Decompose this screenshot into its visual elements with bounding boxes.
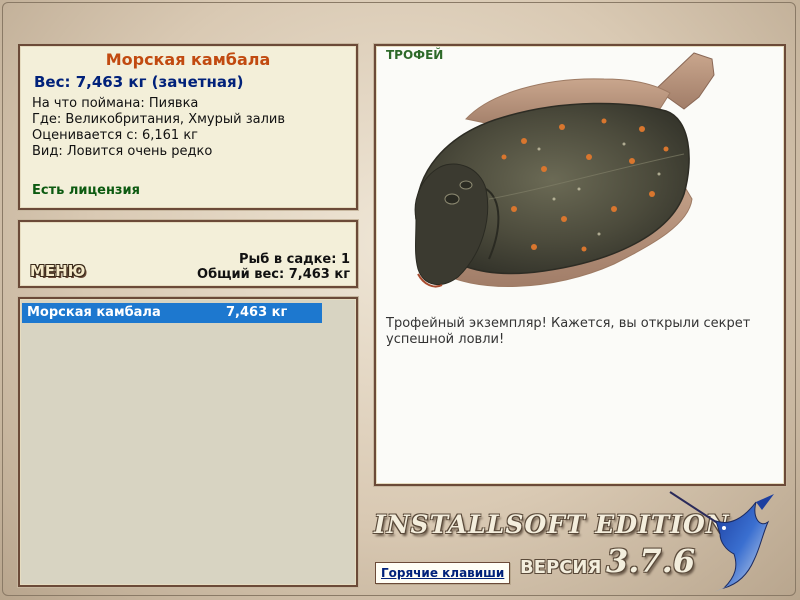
menu-panel: МЕНЮ Рыб в садке: 1 Общий вес: 7,463 кг — [18, 220, 358, 288]
version-label: ВЕРСИЯ — [520, 557, 602, 578]
catch-item-name: Морская камбала — [27, 305, 161, 320]
catch-list-item[interactable]: Морская камбала 7,463 кг — [22, 303, 322, 323]
fish-count: Рыб в садке: 1 — [238, 252, 350, 267]
license-status: Есть лицензия — [32, 183, 140, 198]
fish-weight: Вес: 7,463 кг (зачетная) — [34, 73, 244, 91]
catch-list-panel: Морская камбала 7,463 кг — [18, 297, 358, 587]
fish-info-panel: Морская камбала Вес: 7,463 кг (зачетная)… — [18, 44, 358, 210]
location-info: Где: Великобритания, Хмурый залив — [32, 112, 285, 127]
fish-title: Морская камбала — [105, 50, 271, 69]
hotkeys-link[interactable]: Горячие клавиши — [375, 562, 511, 584]
rarity-info: Вид: Ловится очень редко — [32, 144, 213, 159]
bait-info: На что поймана: Пиявка — [32, 96, 199, 111]
marlin-fish-logo — [669, 491, 774, 592]
trophy-description: Трофейный экземпляр! Кажется, вы открыли… — [386, 316, 751, 347]
total-weight: Общий вес: 7,463 кг — [197, 267, 350, 282]
trophy-panel: ТРОФЕЙ Трофейный экземпляр! Кажется, вы … — [374, 44, 786, 486]
flounder-image — [414, 52, 715, 288]
menu-button[interactable]: МЕНЮ — [30, 262, 85, 280]
estimated-weight-info: Оценивается с: 6,161 кг — [32, 128, 199, 143]
catch-item-weight: 7,463 кг — [226, 305, 288, 320]
